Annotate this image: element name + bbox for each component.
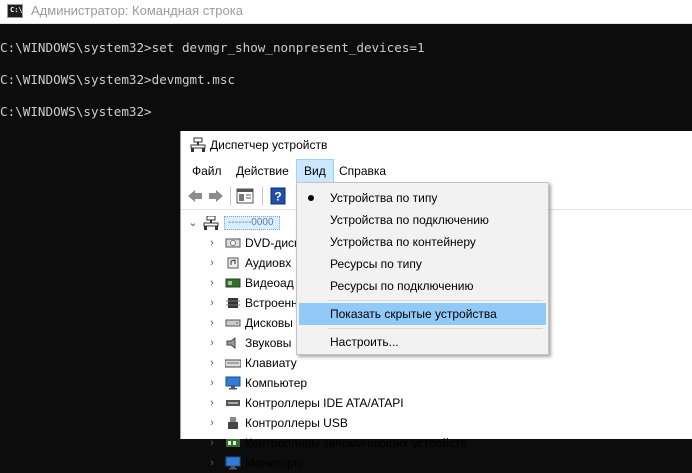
console-title-bar[interactable]: C:\_ Администратор: Командная строка xyxy=(0,0,692,24)
expand-chevron-icon[interactable]: › xyxy=(207,273,217,293)
tree-node-ide-controllers[interactable]: › Контроллеры IDE ATA/ATAPI xyxy=(181,393,511,413)
expand-chevron-icon[interactable]: › xyxy=(207,373,217,393)
back-arrow-icon[interactable] xyxy=(186,187,204,205)
tree-node-usb-controllers[interactable]: › Контроллеры USB xyxy=(181,413,511,433)
svg-text:?: ? xyxy=(274,190,281,204)
tree-node-label: Клавиату xyxy=(245,356,297,370)
expand-chevron-icon[interactable]: › xyxy=(207,293,217,313)
expand-chevron-icon[interactable]: › xyxy=(207,353,217,373)
forward-arrow-icon[interactable] xyxy=(207,187,225,205)
tree-node-label: Компьютер xyxy=(245,376,308,390)
usb-icon xyxy=(228,417,238,429)
expand-chevron-icon[interactable]: › xyxy=(207,333,217,353)
device-manager-title-bar[interactable]: Диспетчер устройств xyxy=(181,131,692,159)
help-icon[interactable]: ? xyxy=(269,187,287,205)
menu-item-resources-by-connection[interactable]: Ресурсы по подключению xyxy=(299,275,546,297)
menu-item-devices-by-type[interactable]: Устройства по типу xyxy=(299,187,546,209)
audio-icon xyxy=(227,257,239,269)
ide-controller-icon xyxy=(226,400,240,406)
tree-node-label: Звуковы xyxy=(245,336,292,350)
tree-node-label: Контроллеры IDE ATA/ATAPI xyxy=(245,396,404,410)
tree-node-keyboards[interactable]: › Клавиату xyxy=(181,353,511,373)
menu-view[interactable]: Вид xyxy=(296,159,334,183)
tree-node-label: Видеоад xyxy=(245,276,294,290)
menu-item-customize[interactable]: Настроить... xyxy=(299,331,546,353)
menu-separator xyxy=(328,328,543,329)
speaker-icon xyxy=(226,337,236,349)
collapse-chevron-icon[interactable]: ⌄ xyxy=(188,213,198,233)
computer-root-icon xyxy=(203,216,219,230)
tree-node-label: Контроллеры USB xyxy=(245,416,348,430)
hostname-label: -------0000 xyxy=(224,216,280,230)
monitor-icon xyxy=(225,456,241,470)
keyboard-icon xyxy=(225,359,241,368)
chip-icon xyxy=(226,298,240,308)
toolbar-divider xyxy=(262,187,263,205)
console-line: C:\WINDOWS\system32>devmgmt.msc xyxy=(0,72,236,87)
expand-chevron-icon[interactable]: › xyxy=(207,453,217,473)
menu-file[interactable]: Файл xyxy=(185,159,229,183)
device-manager-title: Диспетчер устройств xyxy=(210,138,328,152)
menu-item-devices-by-connection[interactable]: Устройства по подключению xyxy=(299,209,546,231)
toolbar-divider xyxy=(230,187,231,205)
expand-chevron-icon[interactable]: › xyxy=(207,433,217,453)
view-menu-dropdown: Устройства по типу Устройства по подключ… xyxy=(296,182,549,355)
console-line: C:\WINDOWS\system32>set devmgr_show_nonp… xyxy=(0,40,425,55)
expand-chevron-icon[interactable]: › xyxy=(207,233,217,253)
menu-bar: Файл Действие Вид Справка xyxy=(181,159,692,183)
tree-node-label: Мониторы xyxy=(245,456,303,470)
storage-controller-icon xyxy=(226,439,240,447)
expand-chevron-icon[interactable]: › xyxy=(207,313,217,333)
console-title: Администратор: Командная строка xyxy=(31,3,243,18)
menu-action[interactable]: Действие xyxy=(229,159,296,183)
dvd-icon xyxy=(225,238,241,248)
tree-node-label: Контроллеры запоминающих устройств xyxy=(245,436,467,450)
expand-chevron-icon[interactable]: › xyxy=(207,413,217,433)
expand-chevron-icon[interactable]: › xyxy=(207,393,217,413)
menu-item-resources-by-type[interactable]: Ресурсы по типу xyxy=(299,253,546,275)
disk-icon xyxy=(225,319,241,327)
tree-node-computer[interactable]: › Компьютер xyxy=(181,373,511,393)
monitor-icon xyxy=(225,376,241,390)
display-adapter-icon xyxy=(225,278,241,288)
menu-item-show-hidden-devices[interactable]: Показать скрытые устройства xyxy=(299,303,546,325)
menu-help[interactable]: Справка xyxy=(332,159,393,183)
tree-root-computer[interactable]: ⌄ -------0000 xyxy=(181,213,301,233)
tree-node-storage-controllers[interactable]: › Контроллеры запоминающих устройств xyxy=(181,433,511,453)
tree-node-label: DVD-диск xyxy=(245,236,300,250)
tree-node-label: Аудиовх xyxy=(245,256,292,270)
properties-window-icon[interactable] xyxy=(236,187,254,205)
tree-node-monitors[interactable]: › Мониторы xyxy=(181,453,511,473)
expand-chevron-icon[interactable]: › xyxy=(207,253,217,273)
device-manager-icon xyxy=(190,137,206,152)
tree-node-label: Встроенн xyxy=(245,296,298,310)
menu-item-devices-by-container[interactable]: Устройства по контейнеру xyxy=(299,231,546,253)
menu-separator xyxy=(328,300,543,301)
console-prompt: C:\WINDOWS\system32> xyxy=(0,104,152,119)
radio-bullet-icon xyxy=(308,195,314,201)
command-prompt-icon: C:\_ xyxy=(7,4,27,18)
tree-node-label: Дисковы xyxy=(245,316,293,330)
